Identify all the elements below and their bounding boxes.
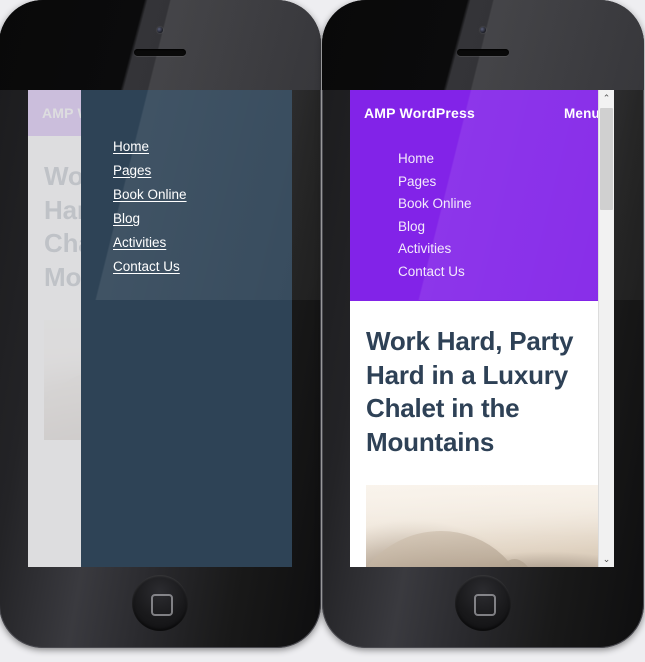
drawer-nav-item-pages[interactable]: Pages xyxy=(113,159,292,183)
home-button-square-icon xyxy=(151,594,173,616)
scroll-down-arrow-icon[interactable]: ⌄ xyxy=(599,551,614,567)
phone-screen-left: AMP WordPress Menu Work Hard, Party Hard… xyxy=(28,90,292,567)
phone-top-bezel-right xyxy=(322,0,644,90)
phone-top-bezel-left xyxy=(0,0,321,90)
menu-toggle-button-right[interactable]: Menu xyxy=(564,106,600,121)
front-camera-icon xyxy=(157,27,163,33)
article-right: Work Hard, Party Hard in a Luxury Chalet… xyxy=(350,301,614,567)
phone-device-left: AMP WordPress Menu Work Hard, Party Hard… xyxy=(0,0,321,648)
home-button-square-icon xyxy=(474,594,496,616)
navigation-drawer-left: Home Pages Book Online Blog Activities C… xyxy=(81,90,292,567)
site-brand-right: AMP WordPress xyxy=(364,105,476,121)
nav-item-contact-us[interactable]: Contact Us xyxy=(398,261,614,284)
drawer-nav-item-home[interactable]: Home xyxy=(113,135,292,159)
home-button-left[interactable] xyxy=(132,575,188,631)
phone-screen-right: AMP WordPress Menu Home Pages Book Onlin… xyxy=(350,90,614,567)
drawer-nav-item-blog[interactable]: Blog xyxy=(113,207,292,231)
website-viewport-right: AMP WordPress Menu Home Pages Book Onlin… xyxy=(350,90,614,567)
drawer-nav-item-activities[interactable]: Activities xyxy=(113,231,292,255)
drawer-nav-item-contact-us[interactable]: Contact Us xyxy=(113,255,292,279)
nav-item-home[interactable]: Home xyxy=(398,148,614,171)
nav-item-pages[interactable]: Pages xyxy=(398,171,614,194)
nav-item-blog[interactable]: Blog xyxy=(398,216,614,239)
phone-device-right: AMP WordPress Menu Home Pages Book Onlin… xyxy=(322,0,644,648)
site-header-right: AMP WordPress Menu xyxy=(350,90,614,136)
hero-haze-overlay-right xyxy=(366,485,598,567)
website-viewport-left: AMP WordPress Menu Work Hard, Party Hard… xyxy=(28,90,292,567)
nav-item-book-online[interactable]: Book Online xyxy=(398,193,614,216)
expanded-navigation-right: Home Pages Book Online Blog Activities C… xyxy=(350,136,614,301)
earpiece-speaker-icon xyxy=(457,49,509,56)
nav-item-activities[interactable]: Activities xyxy=(398,238,614,261)
scrollbar-thumb[interactable] xyxy=(600,108,613,210)
vertical-scrollbar[interactable]: ⌃ ⌄ xyxy=(598,90,614,567)
drawer-nav-item-book-online[interactable]: Book Online xyxy=(113,183,292,207)
scroll-up-arrow-icon[interactable]: ⌃ xyxy=(599,90,614,106)
article-headline-right: Work Hard, Party Hard in a Luxury Chalet… xyxy=(366,326,574,457)
home-button-right[interactable] xyxy=(455,575,511,631)
screenshot-stage: AMP WordPress Menu Work Hard, Party Hard… xyxy=(0,0,645,662)
front-camera-icon xyxy=(480,27,486,33)
earpiece-speaker-icon xyxy=(134,49,186,56)
article-hero-image-right xyxy=(366,485,598,567)
